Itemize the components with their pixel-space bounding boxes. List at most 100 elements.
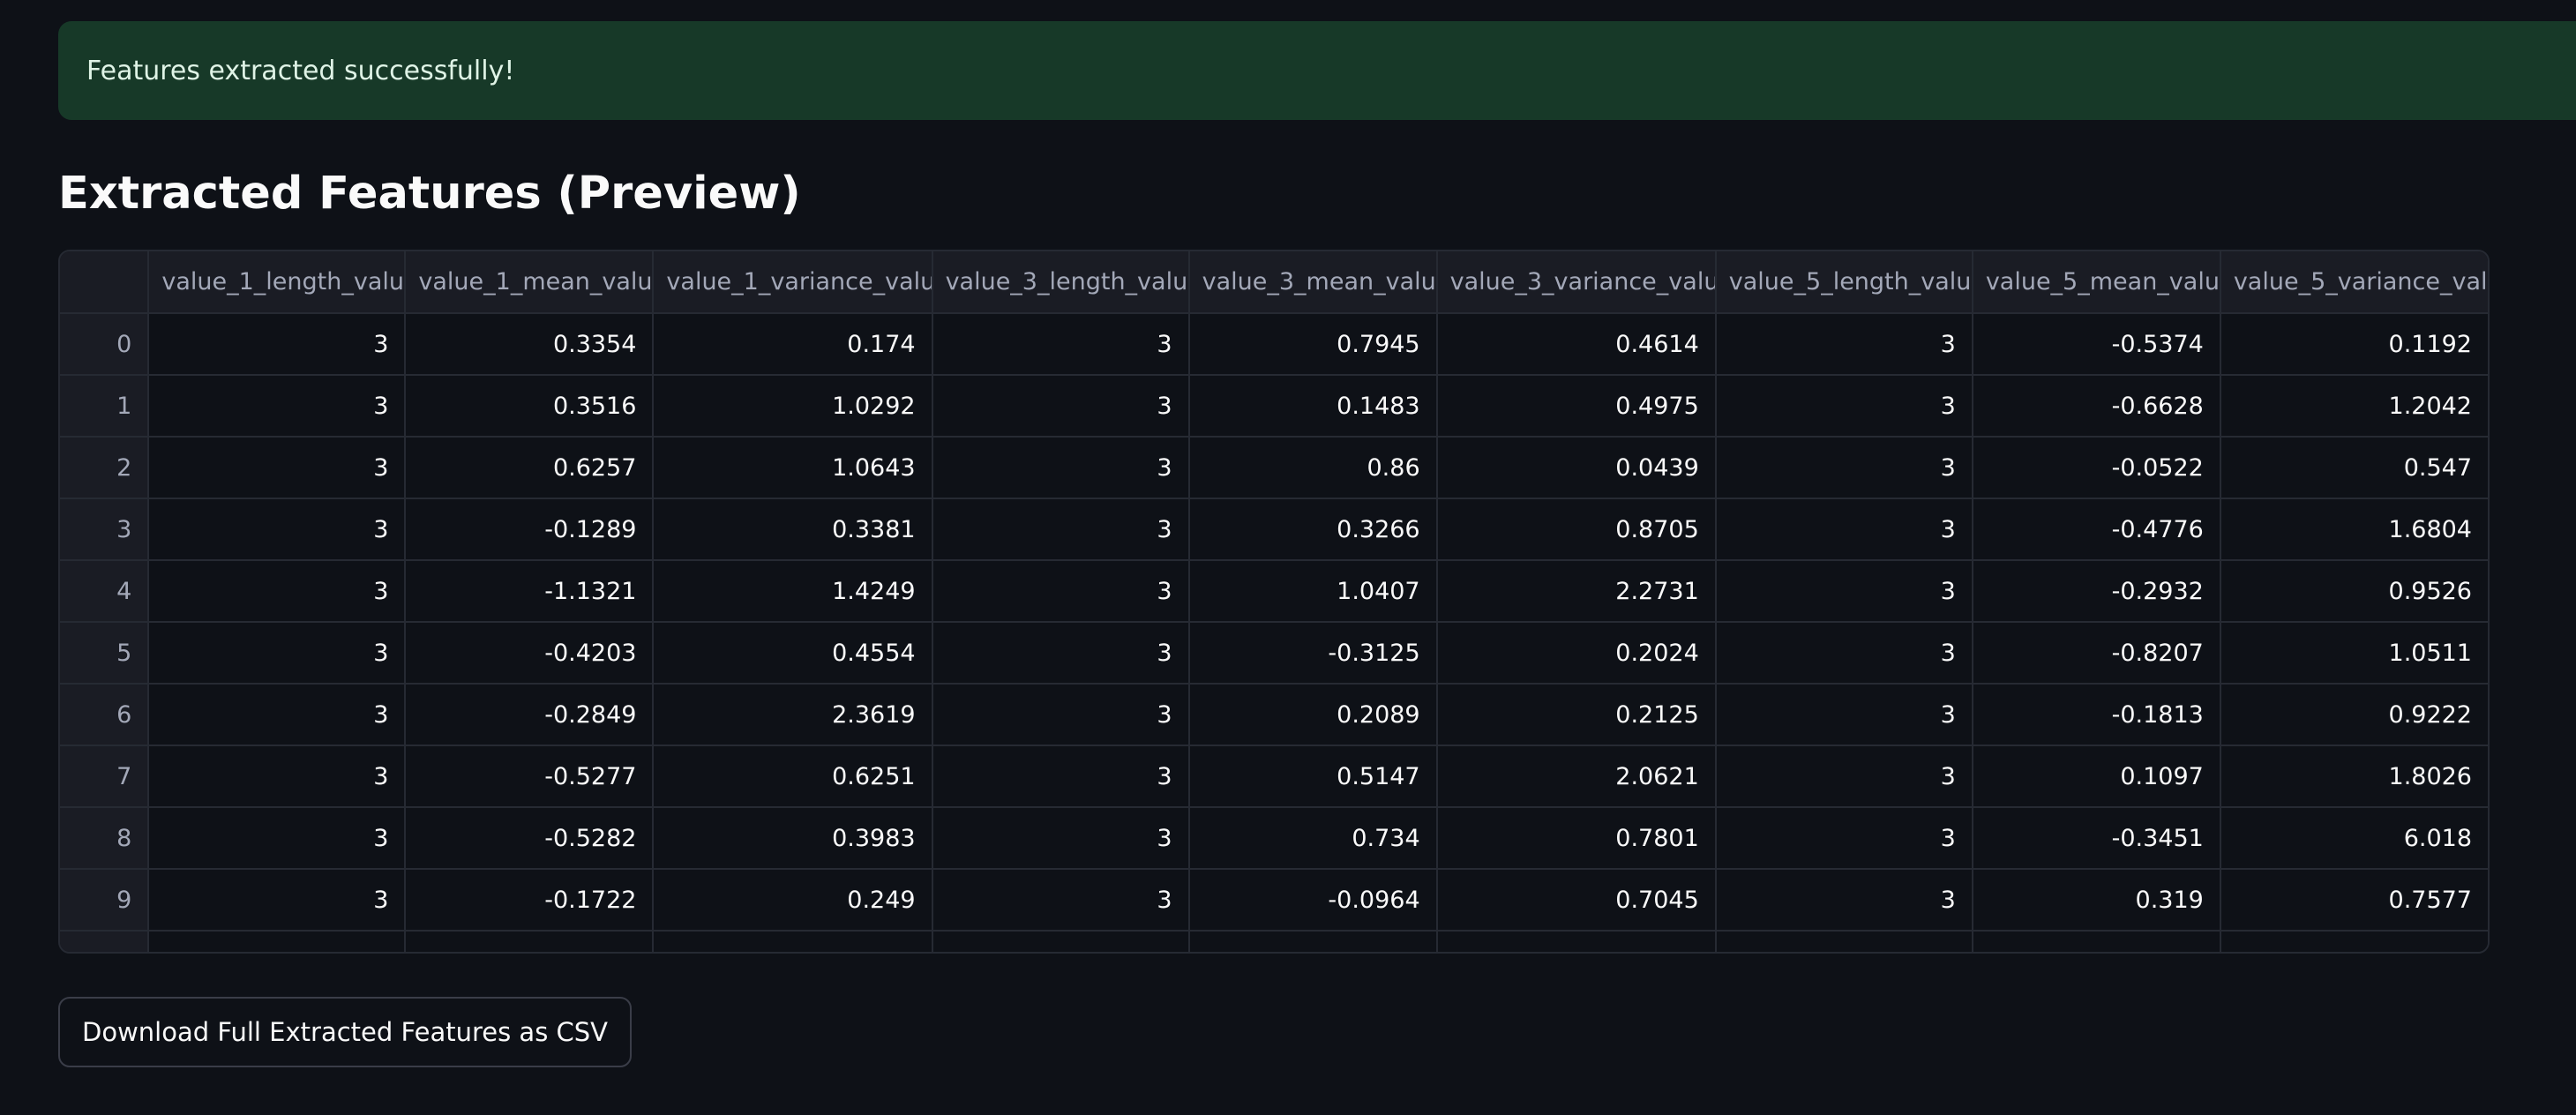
table-cell[interactable]: 0.4975 <box>1436 375 1717 438</box>
table-cell[interactable]: 3 <box>932 622 1190 685</box>
table-cell[interactable]: 3 <box>1715 560 1973 623</box>
table-cell[interactable]: 1.2042 <box>2220 375 2488 438</box>
table-cell[interactable]: 0.2024 <box>1436 622 1717 685</box>
table-cell[interactable]: 0.7945 <box>1188 313 1438 376</box>
table-cell[interactable]: -0.3451 <box>1972 807 2221 870</box>
table-cell[interactable]: 2.0621 <box>1436 745 1717 808</box>
row-index-cell[interactable]: 9 <box>60 869 150 932</box>
table-cell[interactable]: 0.4554 <box>653 622 933 685</box>
table-cell[interactable]: 0.7045 <box>1436 869 1717 932</box>
table-cell[interactable]: 3 <box>148 375 407 438</box>
table-cell[interactable]: 3 <box>932 375 1190 438</box>
table-cell[interactable]: -0.5277 <box>405 745 655 808</box>
table-cell[interactable]: 3 <box>1715 313 1973 376</box>
table-cell[interactable]: -0.6628 <box>1972 375 2221 438</box>
row-index-cell[interactable]: 1 <box>60 375 150 438</box>
table-cell[interactable]: 0.3266 <box>1188 498 1438 561</box>
table-cell[interactable]: 3 <box>932 745 1190 808</box>
table-cell[interactable]: 3 <box>1715 498 1973 561</box>
table-cell[interactable]: 3 <box>148 313 407 376</box>
table-cell[interactable]: 0.7577 <box>2220 869 2488 932</box>
table-cell[interactable]: 1.0407 <box>1188 560 1438 623</box>
table-cell[interactable]: 3 <box>148 498 407 561</box>
table-cell[interactable]: 0.9526 <box>2220 560 2488 623</box>
table-cell[interactable]: 3 <box>932 313 1190 376</box>
table-cell[interactable]: 1.6804 <box>2220 498 2488 561</box>
table-cell[interactable]: 0.86 <box>1188 437 1438 499</box>
table-cell[interactable]: 1.0292 <box>653 375 933 438</box>
table-cell[interactable]: 3 <box>1715 437 1973 499</box>
row-index-cell[interactable]: 8 <box>60 807 150 870</box>
table-cell[interactable]: -0.0522 <box>1972 437 2221 499</box>
table-cell[interactable]: 1.0511 <box>2220 622 2488 685</box>
column-header[interactable]: value_5_variance_value <box>2220 251 2488 314</box>
table-cell[interactable]: 3 <box>148 807 407 870</box>
row-index-cell[interactable]: 6 <box>60 684 150 746</box>
table-cell[interactable]: 0.547 <box>2220 437 2488 499</box>
features-dataframe[interactable]: value_1_length_value value_1_mean_value va… <box>58 250 2490 954</box>
table-cell[interactable]: 2.3619 <box>653 684 933 746</box>
table-cell[interactable]: 1.0643 <box>653 437 933 499</box>
table-cell[interactable]: 3 <box>148 684 407 746</box>
table-cell[interactable]: 0.3381 <box>653 498 933 561</box>
table-cell[interactable]: 0.249 <box>653 869 933 932</box>
table-cell[interactable]: 3 <box>1715 622 1973 685</box>
table-cell[interactable]: -0.1289 <box>405 498 655 561</box>
table-cell[interactable]: 0.1097 <box>1972 745 2221 808</box>
column-header[interactable]: value_3_length_value <box>932 251 1190 314</box>
row-index-cell[interactable]: 5 <box>60 622 150 685</box>
table-cell[interactable]: -1.1321 <box>405 560 655 623</box>
table-cell[interactable]: -0.2849 <box>405 684 655 746</box>
table-cell[interactable]: -0.5282 <box>405 807 655 870</box>
download-csv-button[interactable]: Download Full Extracted Features as CSV <box>58 997 633 1067</box>
table-cell[interactable]: -0.5374 <box>1972 313 2221 376</box>
row-index-cell[interactable]: 2 <box>60 437 150 499</box>
table-cell[interactable]: 0.2125 <box>1436 684 1717 746</box>
table-cell[interactable]: 3 <box>1715 745 1973 808</box>
table-cell[interactable]: 0.3354 <box>405 313 655 376</box>
table-cell[interactable]: 0.319 <box>1972 869 2221 932</box>
column-header[interactable]: value_3_variance_value <box>1436 251 1717 314</box>
table-cell[interactable]: 0.6257 <box>405 437 655 499</box>
table-cell[interactable]: 0.2089 <box>1188 684 1438 746</box>
column-header[interactable]: value_5_mean_value <box>1972 251 2221 314</box>
index-column-header[interactable] <box>60 251 150 314</box>
row-index-cell[interactable]: 0 <box>60 313 150 376</box>
table-cell[interactable]: 3 <box>1715 684 1973 746</box>
column-header[interactable]: value_5_length_value <box>1715 251 1973 314</box>
table-cell[interactable]: 0.8705 <box>1436 498 1717 561</box>
table-cell[interactable]: -0.3125 <box>1188 622 1438 685</box>
table-cell[interactable]: 0.5147 <box>1188 745 1438 808</box>
table-cell[interactable]: 0.3516 <box>405 375 655 438</box>
table-cell[interactable]: 0.4614 <box>1436 313 1717 376</box>
table-cell[interactable]: 0.3983 <box>653 807 933 870</box>
table-cell[interactable]: -0.4203 <box>405 622 655 685</box>
table-cell[interactable]: 3 <box>1715 869 1973 932</box>
table-cell[interactable]: -0.8207 <box>1972 622 2221 685</box>
row-index-cell[interactable]: 3 <box>60 498 150 561</box>
table-cell[interactable]: 1.8026 <box>2220 745 2488 808</box>
column-header[interactable]: value_3_mean_value <box>1188 251 1438 314</box>
table-cell[interactable]: 3 <box>148 622 407 685</box>
table-cell[interactable]: -0.4776 <box>1972 498 2221 561</box>
table-cell[interactable]: 3 <box>1715 375 1973 438</box>
column-header[interactable]: value_1_variance_value <box>653 251 933 314</box>
table-cell[interactable]: 0.174 <box>653 313 933 376</box>
table-cell[interactable]: 3 <box>148 437 407 499</box>
table-cell[interactable]: 3 <box>932 684 1190 746</box>
table-cell[interactable]: 0.7801 <box>1436 807 1717 870</box>
table-cell[interactable]: 0.1483 <box>1188 375 1438 438</box>
row-index-cell[interactable]: 7 <box>60 745 150 808</box>
column-header[interactable]: value_1_mean_value <box>405 251 655 314</box>
table-cell[interactable]: 3 <box>932 498 1190 561</box>
table-cell[interactable]: -0.2932 <box>1972 560 2221 623</box>
table-cell[interactable]: 0.734 <box>1188 807 1438 870</box>
table-cell[interactable]: -0.1813 <box>1972 684 2221 746</box>
table-cell[interactable]: 6.018 <box>2220 807 2488 870</box>
table-cell[interactable]: 3 <box>932 437 1190 499</box>
table-cell[interactable]: 3 <box>932 560 1190 623</box>
table-cell[interactable]: 3 <box>932 807 1190 870</box>
table-cell[interactable]: 3 <box>148 745 407 808</box>
table-cell[interactable]: 0.0439 <box>1436 437 1717 499</box>
table-cell[interactable]: 0.9222 <box>2220 684 2488 746</box>
